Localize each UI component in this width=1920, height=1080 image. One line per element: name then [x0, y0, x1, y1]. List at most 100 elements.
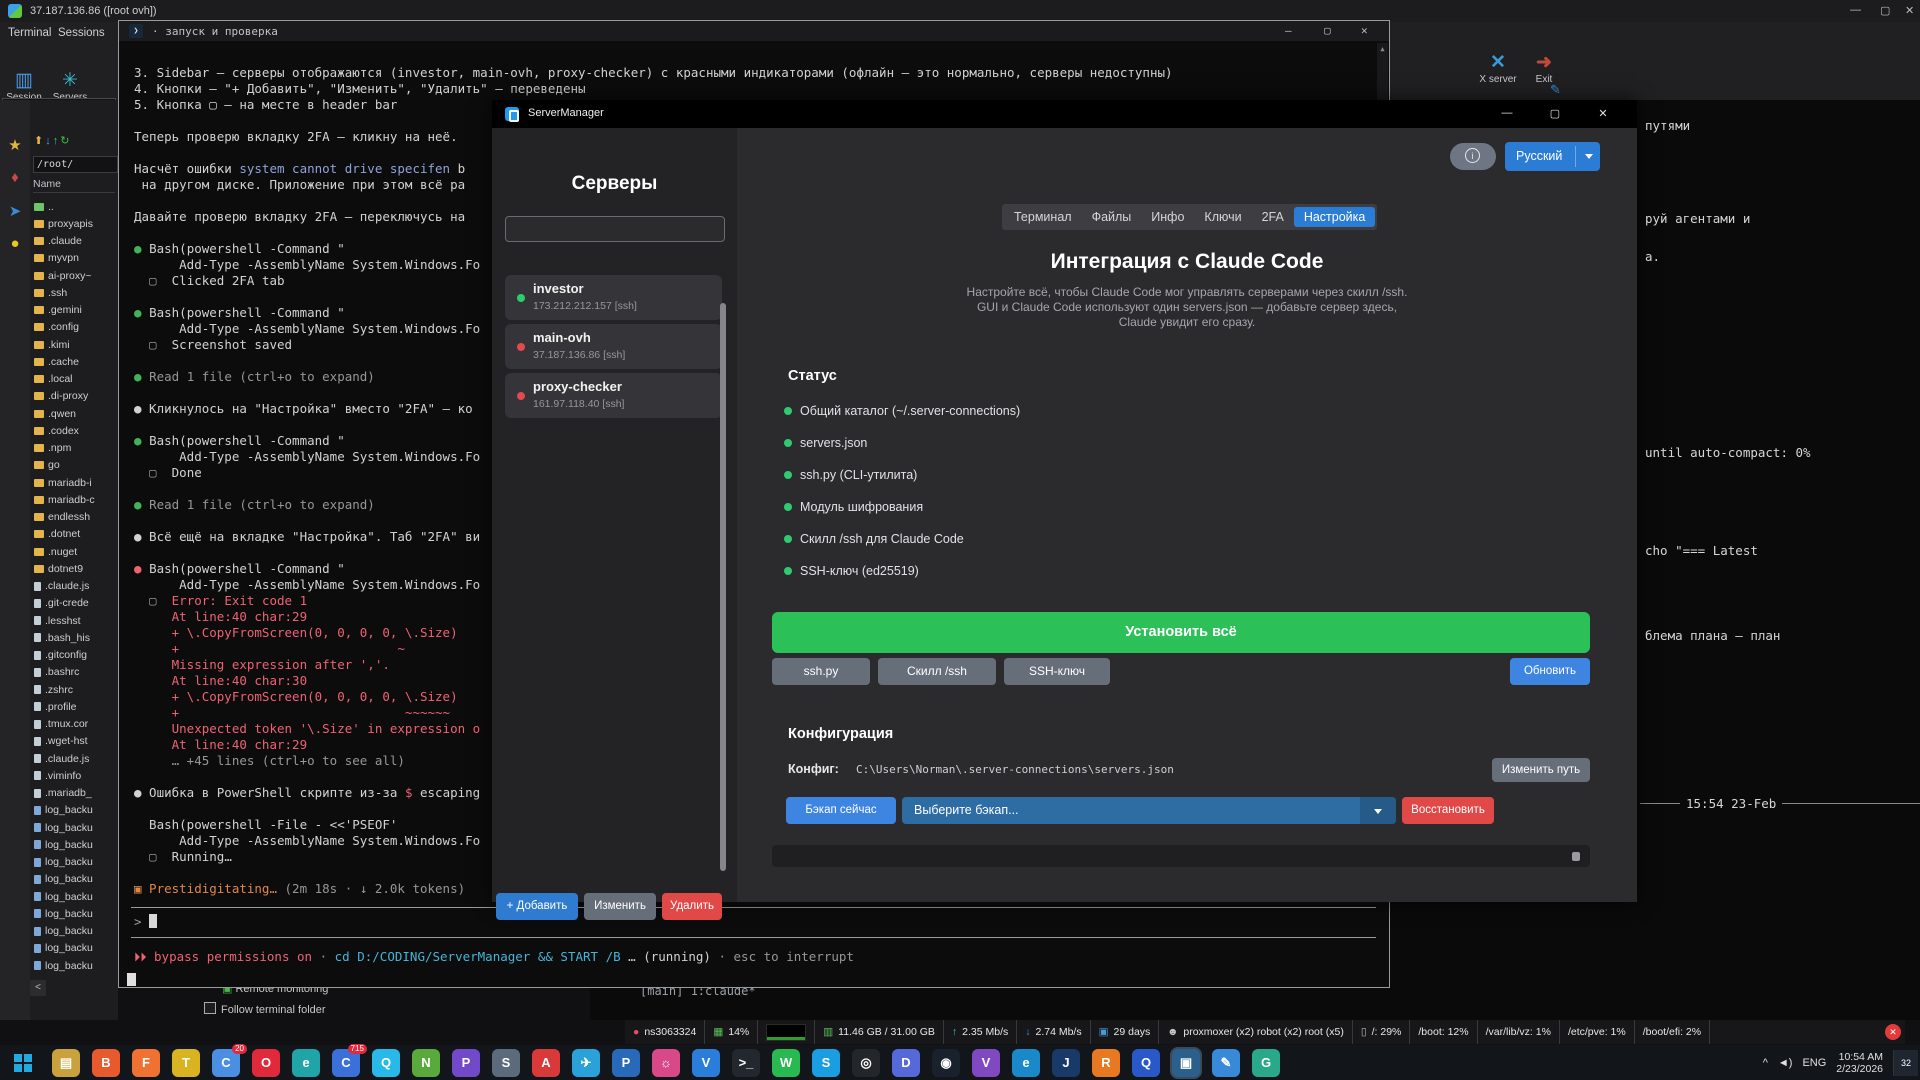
tab-Инфо[interactable]: Инфо — [1141, 207, 1194, 227]
tree-item[interactable]: .local — [34, 372, 73, 387]
tree-item[interactable]: log_backu — [34, 820, 93, 835]
tree-item[interactable]: log_backu — [34, 889, 93, 904]
terminal-maximize-button[interactable]: ▢ — [1324, 24, 1331, 37]
language-dropdown[interactable]: Русский — [1505, 142, 1600, 171]
taskbar-app[interactable]: R — [1092, 1049, 1120, 1077]
taskbar-app[interactable]: A — [532, 1049, 560, 1077]
change-path-button[interactable]: Изменить путь — [1492, 758, 1590, 782]
taskbar-app[interactable]: W — [772, 1049, 800, 1077]
start-button[interactable] — [8, 1048, 38, 1078]
install-2-button[interactable]: Скилл /ssh — [878, 658, 996, 685]
taskbar-app[interactable]: G — [1252, 1049, 1280, 1077]
tree-item[interactable]: ai-proxy~ — [34, 268, 91, 283]
taskbar-app[interactable]: >_ — [732, 1049, 760, 1077]
terminal-titlebar[interactable]: ❯ · запуск и проверка — ▢ ✕ — [119, 21, 1389, 41]
install-1-button[interactable]: ssh.py — [772, 658, 870, 685]
tree-item[interactable]: .claude.js — [34, 579, 89, 594]
tree-tool-icon[interactable]: ⬆ — [34, 135, 45, 147]
taskbar-app[interactable]: T — [172, 1049, 200, 1077]
taskbar-app[interactable]: P — [612, 1049, 640, 1077]
tree-item[interactable]: .gitconfig — [34, 648, 87, 663]
tree-item[interactable]: log_backu — [34, 924, 93, 939]
tree-item[interactable]: proxyapis — [34, 216, 93, 231]
tree-tool-icon[interactable]: ↓ — [45, 135, 53, 147]
tree-item[interactable]: .kimi — [34, 337, 70, 352]
tree-item[interactable]: go — [34, 458, 60, 473]
x-server-button[interactable]: ✕ X server — [1476, 52, 1520, 85]
taskbar-app[interactable]: Q — [1132, 1049, 1160, 1077]
taskbar-app[interactable]: N — [412, 1049, 440, 1077]
tree-item[interactable]: .viminfo — [34, 768, 81, 783]
tree-item[interactable]: .di-proxy — [34, 389, 88, 404]
server-list-item[interactable]: investor173.212.212.157 [ssh] — [505, 275, 722, 320]
sm-close-button[interactable]: ✕ — [1588, 107, 1618, 120]
tab-Файлы[interactable]: Файлы — [1082, 207, 1142, 227]
exit-button[interactable]: ➜ Exit — [1522, 52, 1566, 85]
taskbar-app[interactable]: ▣ — [1172, 1049, 1200, 1077]
tree-item[interactable]: .git-crede — [34, 596, 89, 611]
tree-item[interactable]: .cache — [34, 354, 79, 369]
servermanager-titlebar[interactable]: ServerManager — ▢ ✕ — [492, 100, 1637, 128]
sm-maximize-button[interactable]: ▢ — [1540, 107, 1570, 120]
tree-item[interactable]: .codex — [34, 423, 79, 438]
taskbar-app[interactable]: C715 — [332, 1049, 360, 1077]
tree-item[interactable]: mariadb-c — [34, 492, 95, 507]
tree-item[interactable]: log_backu — [34, 958, 93, 973]
tree-item[interactable]: .claude — [34, 234, 82, 249]
server-search-input[interactable] — [505, 216, 725, 242]
tree-column-header[interactable]: Name — [33, 178, 115, 193]
terminal-close-button[interactable]: ✕ — [1361, 24, 1368, 37]
tree-item[interactable]: .bashrc — [34, 665, 79, 680]
tree-item[interactable]: .ssh — [34, 285, 67, 300]
tree-item[interactable]: .gemini — [34, 303, 82, 318]
install-all-button[interactable]: Установить всё — [772, 612, 1590, 653]
taskbar-app[interactable]: B — [92, 1049, 120, 1077]
tree-item[interactable]: endlessh — [34, 510, 90, 525]
strip-icon[interactable]: ♦ — [0, 169, 30, 186]
tree-item[interactable]: dotnet9 — [34, 561, 83, 576]
delete-server-button[interactable]: Удалить — [662, 893, 722, 920]
taskbar-clock[interactable]: 10:54 AM 2/23/2026 — [1836, 1051, 1883, 1075]
strip-icon[interactable]: ★ — [0, 136, 30, 154]
tree-item[interactable]: log_backu — [34, 872, 93, 887]
backup-select-dropdown[interactable]: Выберите бэкап... — [902, 797, 1396, 824]
tree-scroll-left[interactable]: < — [30, 980, 46, 996]
strip-icon[interactable]: ➤ — [0, 202, 30, 220]
tree-item[interactable]: .. — [34, 199, 54, 214]
taskbar-app[interactable]: ☼ — [652, 1049, 680, 1077]
taskbar-app[interactable]: O — [252, 1049, 280, 1077]
tree-item[interactable]: mariadb-i — [34, 475, 92, 490]
add-server-button[interactable]: + Добавить — [496, 893, 578, 920]
tree-item[interactable]: log_backu — [34, 803, 93, 818]
taskbar-app[interactable]: V — [692, 1049, 720, 1077]
scroll-up-icon[interactable]: ▲ — [1377, 45, 1388, 53]
taskbar-app[interactable]: P — [452, 1049, 480, 1077]
restore-button[interactable]: Восстановить — [1402, 797, 1494, 824]
terminal-prompt[interactable]: > — [134, 914, 157, 929]
install-3-button[interactable]: SSH-ключ — [1004, 658, 1110, 685]
tree-item[interactable]: .mariadb_ — [34, 786, 92, 801]
server-list-item[interactable]: proxy-checker161.97.118.40 [ssh] — [505, 373, 722, 418]
tree-item[interactable]: .lesshst — [34, 613, 81, 628]
taskbar-app[interactable]: e — [292, 1049, 320, 1077]
tree-item[interactable]: .zshrc — [34, 682, 73, 697]
tree-item[interactable]: log_backu — [34, 837, 93, 852]
tree-item[interactable]: .tmux.cor — [34, 717, 88, 732]
language-indicator[interactable]: ENG — [1802, 1057, 1826, 1069]
tree-item[interactable]: myvpn — [34, 251, 79, 266]
taskbar-app[interactable]: D — [892, 1049, 920, 1077]
taskbar-app[interactable]: C20 — [212, 1049, 240, 1077]
taskbar-app[interactable]: Q — [372, 1049, 400, 1077]
taskbar-app[interactable]: ✈ — [572, 1049, 600, 1077]
tree-item[interactable]: .wget-hst — [34, 734, 88, 749]
taskbar-app[interactable]: e — [1012, 1049, 1040, 1077]
tab-Терминал[interactable]: Терминал — [1004, 207, 1082, 227]
tree-item[interactable]: log_backu — [34, 941, 93, 956]
taskbar-app[interactable]: ✎ — [1212, 1049, 1240, 1077]
taskbar-app[interactable]: ▤ — [52, 1049, 80, 1077]
tree-item[interactable]: .dotnet — [34, 527, 80, 542]
tree-item[interactable]: .qwen — [34, 406, 76, 421]
taskbar-app[interactable]: S — [492, 1049, 520, 1077]
tree-item[interactable]: .npm — [34, 441, 71, 456]
close-button[interactable]: ✕ — [1905, 4, 1914, 17]
